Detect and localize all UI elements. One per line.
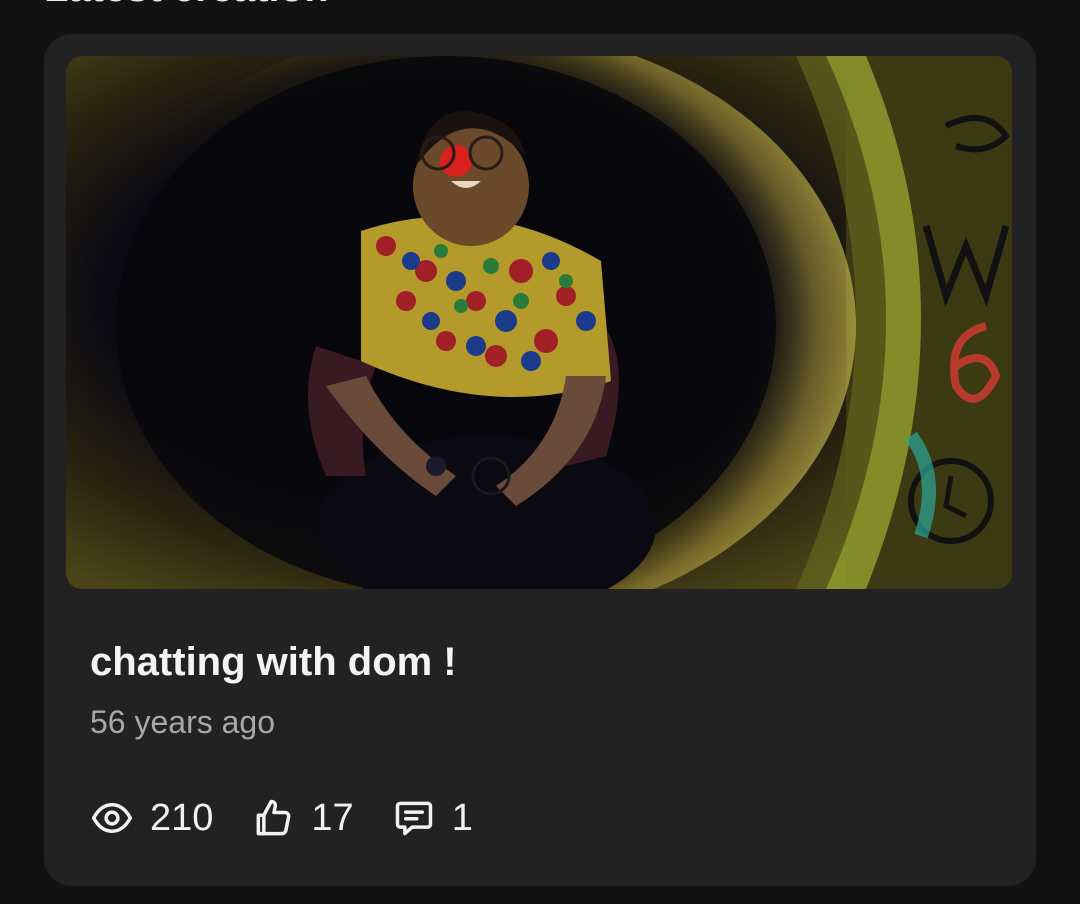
comments-stat[interactable]: 1	[392, 796, 473, 840]
comment-icon[interactable]	[392, 796, 436, 840]
thumbnail-image	[66, 56, 1012, 589]
likes-stat[interactable]: 17	[251, 796, 354, 840]
video-stats: 210 17 1	[90, 792, 473, 844]
section-heading: Latest creation	[44, 0, 329, 11]
views-count: 210	[150, 797, 214, 839]
video-date: 56 years ago	[90, 704, 276, 740]
eye-icon	[90, 796, 134, 840]
video-thumbnail[interactable]	[66, 56, 1012, 589]
views-stat: 210	[90, 796, 213, 840]
video-card[interactable]: chatting with dom ! 56 years ago 210 17	[44, 34, 1036, 886]
comments-count: 1	[451, 797, 473, 839]
likes-count: 17	[311, 797, 354, 839]
video-title[interactable]: chatting with dom !	[90, 640, 457, 685]
thumbs-up-icon[interactable]	[251, 796, 295, 840]
